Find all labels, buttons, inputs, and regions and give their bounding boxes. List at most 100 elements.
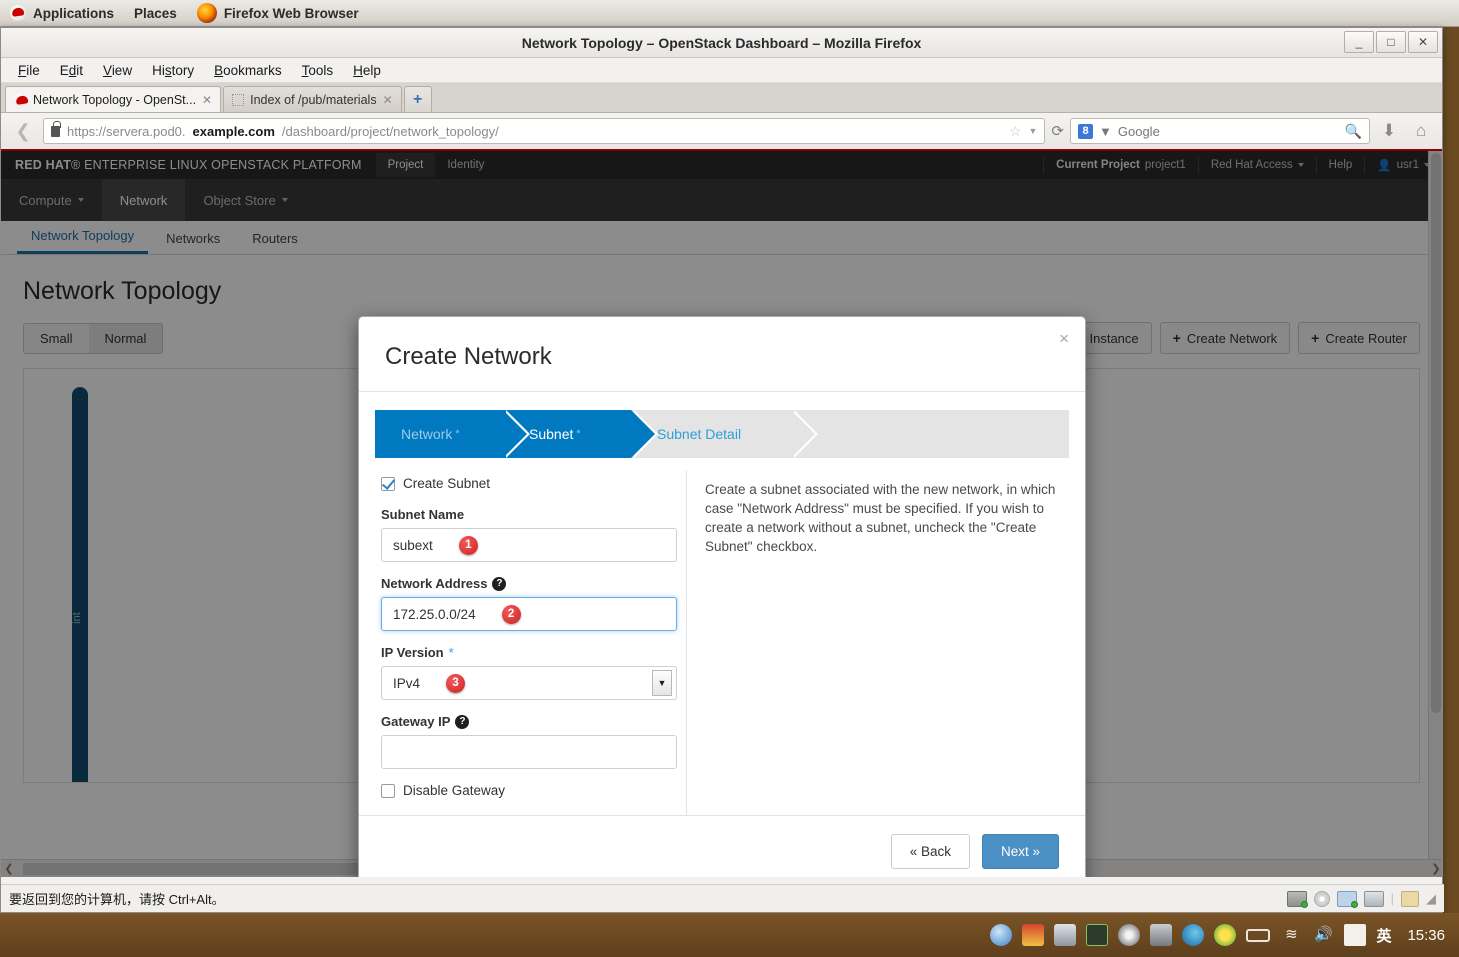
home-icon[interactable]: ⌂ xyxy=(1408,118,1434,144)
active-window-item[interactable]: Firefox Web Browser xyxy=(187,0,369,26)
form-area: Create Subnet Subnet Name subext 1 Netwo… xyxy=(375,470,1069,815)
cd-icon[interactable] xyxy=(1313,890,1330,907)
firefox-window: Network Topology – OpenStack Dashboard –… xyxy=(0,27,1444,913)
tab-close-icon[interactable]: ✕ xyxy=(202,93,212,107)
help-icon[interactable]: ? xyxy=(455,714,470,729)
google-engine-icon[interactable]: 8 xyxy=(1078,123,1093,139)
terminal-icon[interactable] xyxy=(1086,924,1109,946)
font-icon[interactable] xyxy=(1150,924,1173,946)
clock[interactable]: 15:36 xyxy=(1407,927,1445,944)
firefox-logo-icon xyxy=(196,3,217,23)
browser-tab-1[interactable]: Index of /pub/materials ✕ xyxy=(223,86,402,112)
chevron-down-icon[interactable]: ▼ xyxy=(1029,126,1038,136)
status-text: 要返回到您的计算机，请按 Ctrl+Alt。 xyxy=(9,892,225,907)
search-icon[interactable]: 🔍 xyxy=(1345,123,1362,140)
wizard-step-network-label: Network xyxy=(401,426,453,442)
camera-icon[interactable] xyxy=(1363,890,1384,907)
applications-menu[interactable]: Applications xyxy=(0,2,124,24)
search-engine-chevron-icon[interactable]: ▼ xyxy=(1099,124,1112,139)
menu-file-rest: ile xyxy=(26,62,40,78)
spiral-icon[interactable] xyxy=(1118,924,1141,946)
wizard-steps: Network * Subnet * Subnet Detail xyxy=(375,410,1069,458)
create-subnet-checkbox[interactable] xyxy=(381,476,395,491)
notes-icon[interactable] xyxy=(1401,890,1419,907)
step-arrow xyxy=(791,410,815,458)
battery-icon[interactable] xyxy=(1246,928,1271,942)
network-address-input[interactable]: 172.25.0.0/24 2 xyxy=(381,597,677,631)
back-button[interactable]: « Back xyxy=(890,834,970,869)
tab-close-icon[interactable]: ✕ xyxy=(383,93,393,107)
new-tab-button[interactable]: + xyxy=(403,86,432,112)
close-window-button[interactable]: ✕ xyxy=(1408,31,1438,53)
create-subnet-label: Create Subnet xyxy=(403,476,491,491)
network-address-label-row: Network Address ? xyxy=(381,576,672,591)
url-bar[interactable]: https://servera.pod0. example.com/dashboa… xyxy=(43,118,1046,144)
input-method-indicator[interactable]: 英 xyxy=(1376,925,1391,946)
ip-version-value: IPv4 xyxy=(393,675,421,691)
subnet-name-label: Subnet Name xyxy=(381,507,465,522)
tab-placeholder-favicon-icon xyxy=(232,93,245,106)
chat-icon[interactable] xyxy=(1344,924,1367,946)
menu-tools[interactable]: Tools xyxy=(293,60,343,81)
volume-icon[interactable]: 🔊 xyxy=(1312,924,1334,946)
modal-title: Create Network xyxy=(385,343,552,370)
ip-version-select[interactable]: IPv4 3 ▼ xyxy=(381,666,677,700)
ip-version-label-row: IP Version * xyxy=(381,645,672,660)
menu-file[interactable]: File xyxy=(9,60,49,81)
downloads-icon[interactable]: ⬇ xyxy=(1376,118,1402,144)
help-icon[interactable]: ? xyxy=(492,576,507,591)
disable-gateway-checkbox[interactable] xyxy=(381,783,395,798)
maximize-button[interactable]: □ xyxy=(1376,31,1406,53)
plus-circle-icon[interactable] xyxy=(1214,924,1237,946)
create-network-modal: Create Network × Network * Subnet * Subn… xyxy=(358,316,1086,877)
menu-view[interactable]: View xyxy=(94,60,141,81)
resize-grip-icon[interactable]: ◢ xyxy=(1426,891,1436,907)
close-icon[interactable]: × xyxy=(1059,329,1069,349)
redhat-logo-icon xyxy=(10,5,26,21)
back-button-icon[interactable]: ❮ xyxy=(9,118,37,144)
bookmark-star-icon[interactable]: ☆ xyxy=(1009,123,1022,140)
chevron-down-icon[interactable]: ▼ xyxy=(652,670,672,696)
window-titlebar: Network Topology – OpenStack Dashboard –… xyxy=(1,28,1442,58)
menu-bookmarks[interactable]: Bookmarks xyxy=(205,60,291,81)
menu-help[interactable]: Help xyxy=(344,60,390,81)
disable-gateway-row[interactable]: Disable Gateway xyxy=(381,783,672,798)
wizard-step-subnet-label: Subnet xyxy=(529,426,574,442)
browser-tab-0[interactable]: Network Topology - OpenSt... ✕ xyxy=(5,86,222,112)
step-arrow xyxy=(503,410,527,458)
gnome-top-panel: Applications Places Firefox Web Browser xyxy=(0,0,1459,27)
create-subnet-row[interactable]: Create Subnet xyxy=(381,476,672,491)
wifi-icon[interactable]: ≋ xyxy=(1280,924,1302,946)
network-icon[interactable] xyxy=(1336,890,1358,908)
browser-tab-0-label: Network Topology - OpenSt... xyxy=(33,92,197,107)
wizard-step-network[interactable]: Network * xyxy=(375,410,530,458)
url-path: /dashboard/project/network_topology/ xyxy=(281,123,499,139)
minimize-button[interactable]: _ xyxy=(1344,31,1374,53)
url-domain: example.com xyxy=(192,123,275,139)
gateway-ip-input[interactable] xyxy=(381,735,677,769)
copy-icon[interactable] xyxy=(1054,924,1077,946)
places-menu[interactable]: Places xyxy=(124,3,187,24)
reload-icon[interactable]: ⟳ xyxy=(1051,122,1064,140)
search-input[interactable]: Google xyxy=(1118,124,1160,139)
penguin-icon[interactable] xyxy=(1022,924,1045,946)
modal-header: Create Network × xyxy=(359,317,1085,392)
menu-edit[interactable]: Edit xyxy=(51,60,92,81)
wizard-step-subnet-detail-label: Subnet Detail xyxy=(657,426,742,442)
next-button[interactable]: Next » xyxy=(981,834,1059,869)
subnet-name-input[interactable]: subext 1 xyxy=(381,528,677,562)
tab-bar: Network Topology - OpenSt... ✕ Index of … xyxy=(1,83,1442,113)
active-window-label: Firefox Web Browser xyxy=(223,5,359,21)
comet-icon[interactable] xyxy=(1182,924,1205,946)
modal-help-text: Create a subnet associated with the new … xyxy=(705,482,1056,554)
subnet-name-label-row: Subnet Name xyxy=(381,507,672,522)
applications-menu-label: Applications xyxy=(33,5,115,21)
tab-favicon-icon xyxy=(14,93,27,106)
blue-disc-icon[interactable] xyxy=(990,924,1013,946)
menu-history[interactable]: History xyxy=(143,60,203,81)
disk-icon[interactable] xyxy=(1286,890,1308,908)
form-fields: Create Subnet Subnet Name subext 1 Netwo… xyxy=(375,470,687,815)
search-bar[interactable]: 8 ▼ Google 🔍 xyxy=(1070,118,1370,144)
window-title: Network Topology – OpenStack Dashboard –… xyxy=(521,34,922,51)
window-controls: _ □ ✕ xyxy=(1344,31,1438,53)
